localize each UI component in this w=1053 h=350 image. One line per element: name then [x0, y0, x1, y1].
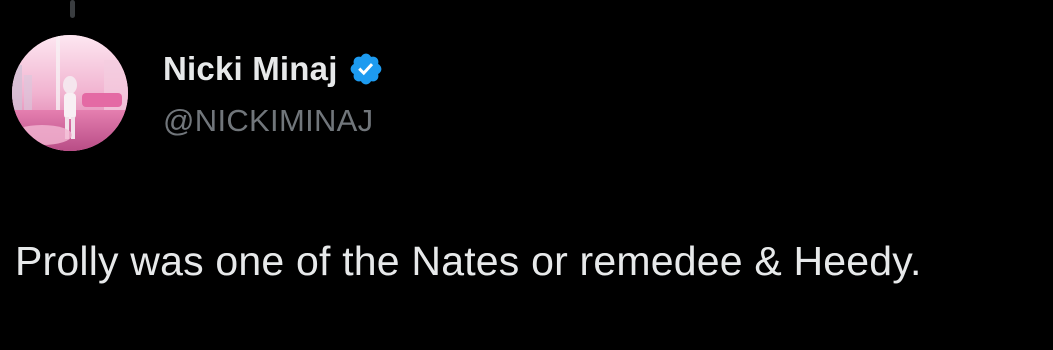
avatar-image	[12, 35, 128, 151]
author-handle[interactable]: @NICKIMINAJ	[163, 103, 373, 139]
avatar[interactable]	[12, 35, 128, 151]
author-display-name[interactable]: Nicki Minaj	[163, 50, 338, 88]
thread-connector-line	[70, 0, 75, 18]
author-name-row: Nicki Minaj	[163, 50, 384, 88]
tweet-text: Prolly was one of the Nates or remedee &…	[15, 238, 922, 284]
verified-badge-icon	[348, 51, 384, 87]
